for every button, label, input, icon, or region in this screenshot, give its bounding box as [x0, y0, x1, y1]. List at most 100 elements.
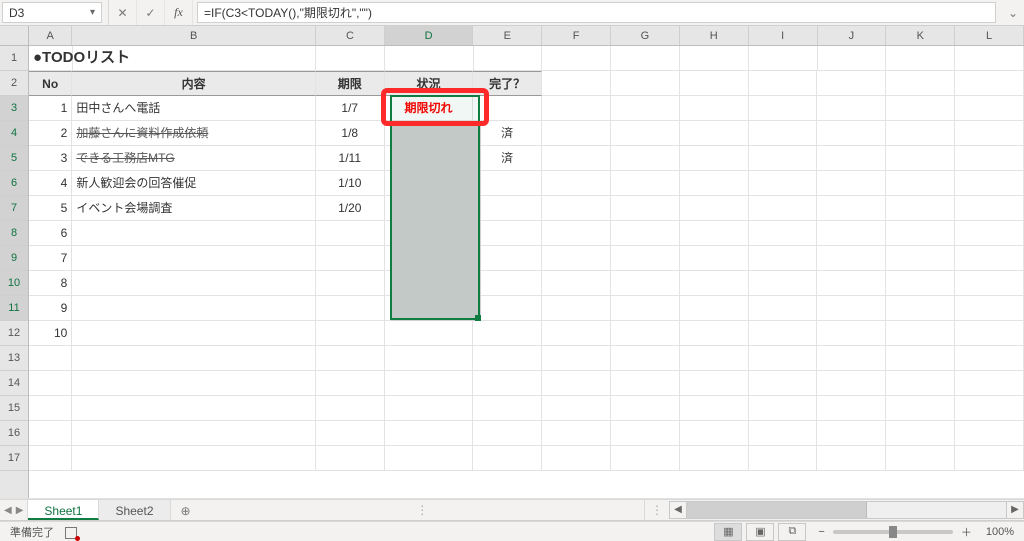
zoom-in-button[interactable]: ＋	[961, 524, 972, 540]
cell[interactable]	[886, 446, 955, 471]
cell[interactable]	[72, 396, 316, 421]
tab-sheet1[interactable]: Sheet1	[28, 500, 99, 520]
cell-no[interactable]: 1	[29, 96, 72, 121]
cell-status[interactable]	[385, 171, 473, 196]
formula-input[interactable]: =IF(C3<TODAY(),"期限切れ","")	[197, 2, 996, 23]
cell-no[interactable]: 10	[29, 321, 72, 346]
row-header-17[interactable]: 17	[0, 446, 28, 471]
cell[interactable]	[817, 396, 886, 421]
cell[interactable]	[542, 96, 611, 121]
cell-done[interactable]	[473, 246, 542, 271]
row-header-6[interactable]: 6	[0, 171, 28, 196]
row-header-13[interactable]: 13	[0, 346, 28, 371]
cell[interactable]	[73, 46, 316, 71]
cell-content[interactable]: イベント会場調査	[72, 196, 316, 221]
cell[interactable]	[886, 196, 955, 221]
cell-deadline[interactable]	[316, 321, 385, 346]
cell-no[interactable]: 2	[29, 121, 72, 146]
cell-content[interactable]: できる工務店MTG	[72, 146, 316, 171]
cell-status[interactable]	[385, 146, 473, 171]
row-header-14[interactable]: 14	[0, 371, 28, 396]
tab-next-button[interactable]: ▶	[16, 505, 24, 516]
cell-deadline[interactable]: 1/11	[316, 146, 385, 171]
cell-deadline[interactable]	[316, 246, 385, 271]
cell[interactable]	[72, 346, 316, 371]
cell[interactable]	[542, 146, 611, 171]
cell-done[interactable]	[473, 296, 542, 321]
cell-done[interactable]	[473, 221, 542, 246]
cell-deadline[interactable]	[316, 221, 385, 246]
cell[interactable]	[680, 121, 749, 146]
cell[interactable]	[680, 171, 749, 196]
cell[interactable]	[955, 371, 1024, 396]
cell[interactable]	[817, 71, 886, 96]
cell[interactable]	[749, 96, 818, 121]
cell[interactable]	[817, 196, 886, 221]
cell[interactable]	[886, 246, 955, 271]
cell-no[interactable]: 7	[29, 246, 72, 271]
cell[interactable]	[611, 46, 680, 71]
scroll-thumb[interactable]	[687, 502, 867, 518]
cell[interactable]	[886, 171, 955, 196]
cell[interactable]	[680, 446, 749, 471]
cell-done[interactable]	[473, 271, 542, 296]
cell[interactable]	[955, 171, 1024, 196]
cell[interactable]	[680, 221, 749, 246]
cell[interactable]	[72, 371, 316, 396]
cell[interactable]	[542, 271, 611, 296]
row-header-7[interactable]: 7	[0, 196, 28, 221]
cell[interactable]	[680, 96, 749, 121]
cell[interactable]	[955, 321, 1024, 346]
cell[interactable]	[611, 321, 680, 346]
cell[interactable]	[611, 71, 680, 96]
cell[interactable]	[29, 421, 72, 446]
row-header-15[interactable]: 15	[0, 396, 28, 421]
zoom-slider-knob[interactable]	[889, 526, 897, 538]
column-header-H[interactable]: H	[680, 26, 749, 45]
cell[interactable]	[886, 421, 955, 446]
cell[interactable]	[680, 421, 749, 446]
cell-done[interactable]	[473, 171, 542, 196]
view-normal-button[interactable]: ▦	[714, 523, 742, 541]
cell[interactable]	[316, 421, 385, 446]
cell-status[interactable]	[385, 246, 473, 271]
cell[interactable]	[542, 121, 611, 146]
cell[interactable]	[886, 121, 955, 146]
cell[interactable]	[611, 346, 680, 371]
cell[interactable]	[29, 346, 72, 371]
cell[interactable]	[473, 346, 542, 371]
cell[interactable]	[749, 71, 818, 96]
cell-status[interactable]: 期限切れ	[385, 96, 473, 121]
cell[interactable]	[955, 121, 1024, 146]
cell[interactable]	[955, 246, 1024, 271]
cell-done[interactable]	[473, 321, 542, 346]
cell[interactable]	[955, 196, 1024, 221]
cell[interactable]	[955, 271, 1024, 296]
cell[interactable]	[385, 46, 473, 71]
cell-status[interactable]	[385, 196, 473, 221]
cell[interactable]	[886, 396, 955, 421]
column-header-L[interactable]: L	[955, 26, 1024, 45]
view-page-layout-button[interactable]: ▣	[746, 523, 774, 541]
zoom-out-button[interactable]: −	[818, 526, 824, 538]
zoom-slider[interactable]	[833, 530, 953, 534]
cell[interactable]	[542, 246, 611, 271]
cell[interactable]	[29, 396, 72, 421]
cell[interactable]	[817, 296, 886, 321]
cell[interactable]	[611, 146, 680, 171]
row-header-3[interactable]: 3	[0, 96, 28, 121]
cell[interactable]	[817, 346, 886, 371]
cell[interactable]	[749, 321, 818, 346]
cell[interactable]	[680, 71, 749, 96]
cell[interactable]	[473, 371, 542, 396]
cell-content[interactable]	[72, 271, 316, 296]
cell[interactable]	[955, 146, 1024, 171]
cancel-button[interactable]: ✕	[109, 0, 137, 25]
column-header-C[interactable]: C	[316, 26, 385, 45]
cell[interactable]	[817, 121, 886, 146]
cell[interactable]	[749, 221, 818, 246]
cell[interactable]	[749, 421, 818, 446]
cell-content[interactable]: 田中さんへ電話	[72, 96, 316, 121]
cell-content[interactable]	[72, 296, 316, 321]
cell[interactable]	[542, 321, 611, 346]
